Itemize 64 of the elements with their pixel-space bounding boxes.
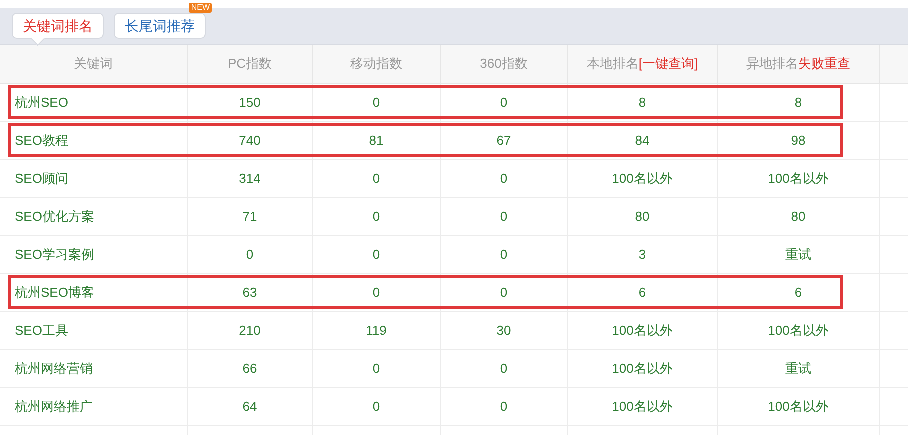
table-cell-text: 8 <box>638 94 646 112</box>
column-header: PC指数 <box>228 55 272 74</box>
table-cell-text: 100名以外 <box>768 170 829 188</box>
table-cell-text: 重试 <box>786 246 812 264</box>
table-cell-text: 0 <box>500 398 508 416</box>
table-cell-text: 杭州SEO博客 <box>15 284 94 302</box>
table-cell-text: 80 <box>791 208 806 226</box>
tab[interactable]: 长尾词推荐 <box>114 13 206 39</box>
table-cell-text: 100名以外 <box>768 322 829 340</box>
table-cell-text: 100名以外 <box>612 322 673 340</box>
table-cell-text: 杭州SEO <box>15 94 68 112</box>
table-cell-text: 100名以外 <box>768 398 829 416</box>
table-cell-text: 0 <box>500 208 508 226</box>
table-cell-text: 6 <box>794 284 802 302</box>
table-cell-text: 740 <box>239 132 261 150</box>
table-cell-text: 150 <box>239 94 261 112</box>
table-cell-text: SEO优化方案 <box>15 208 94 226</box>
table-cell-text: 0 <box>500 94 508 112</box>
table-cell-text: 0 <box>372 246 380 264</box>
table-cell-text: 杭州网络营销 <box>15 360 93 378</box>
table-cell-text: 0 <box>372 398 380 416</box>
table-cell-text: 0 <box>372 170 380 188</box>
table-cell-text: 8 <box>794 94 802 112</box>
table-cell-text: 210 <box>239 322 261 340</box>
table-cell-text: SEO顾问 <box>15 170 68 188</box>
column-header: 异地排名 <box>746 55 798 74</box>
table-cell-text: 0 <box>246 246 254 264</box>
new-badge: NEW <box>189 3 212 13</box>
table-cell-text: 30 <box>496 322 512 340</box>
table-cell-text: 0 <box>500 284 508 302</box>
table-cell-text: 66 <box>242 360 258 378</box>
table-cell-text: 0 <box>372 208 380 226</box>
table-cell-text: 63 <box>242 284 258 302</box>
table-cell-text: 98 <box>791 132 806 150</box>
table-cell-text: 0 <box>372 360 380 378</box>
table-cell-text: 杭州网络推广 <box>15 398 93 416</box>
table-cell-text: 100名以外 <box>612 170 673 188</box>
table-cell-text: 64 <box>242 398 258 416</box>
table-cell-text: 100名以外 <box>612 360 673 378</box>
column-header: 360指数 <box>480 55 528 74</box>
column-header: 关键词 <box>74 55 113 74</box>
table-cell-text: 119 <box>366 322 387 340</box>
table-cell-text: SEO教程 <box>15 132 68 150</box>
table-cell-text: 314 <box>239 170 261 188</box>
table-cell-text: 0 <box>500 170 508 188</box>
table-cell-text: 0 <box>500 360 508 378</box>
header-link[interactable]: [一键查询] <box>638 54 698 74</box>
table-cell-text: SEO学习案例 <box>15 246 94 264</box>
table-cell-text: 0 <box>372 284 380 302</box>
table-cell-text: 84 <box>635 132 650 150</box>
table-cell-text: 3 <box>638 246 646 264</box>
column-header: 移动指数 <box>350 55 402 74</box>
table-cell-text: 0 <box>500 246 508 264</box>
table-cell-text: 80 <box>635 208 650 226</box>
table-cell-text: 6 <box>638 284 646 302</box>
column-header: 本地排名 <box>586 55 639 74</box>
table-cell-text: 重试 <box>786 360 812 378</box>
table-cell-text: 71 <box>242 208 258 226</box>
table-cell-text: 81 <box>369 132 384 150</box>
table-cell-text: SEO工具 <box>15 322 68 340</box>
table-cell-text: 67 <box>496 132 512 150</box>
table-cell-text: 0 <box>372 94 380 112</box>
table-cell-text: 100名以外 <box>612 398 673 416</box>
header-link[interactable]: 失败重查 <box>798 54 850 74</box>
